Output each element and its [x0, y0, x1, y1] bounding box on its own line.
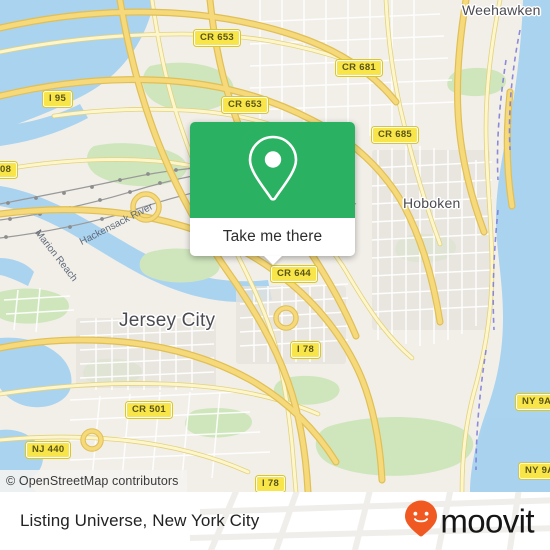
moovit-wordmark: moovit: [440, 502, 534, 540]
map-popup[interactable]: Take me there: [190, 122, 355, 265]
road-shield: CR 644: [269, 265, 319, 283]
road-shield: CR 685: [370, 126, 420, 144]
road-shield: NJ 440: [24, 441, 72, 459]
moovit-logo[interactable]: moovit: [404, 500, 535, 543]
popup-action-label: Take me there: [222, 228, 323, 245]
road-shield: CR 681: [334, 59, 384, 77]
popup-header: [190, 122, 355, 218]
place-label-weehawken: Weehawken: [462, 2, 541, 18]
moovit-map-screenshot: Marion Reach Hackensack River Weehawken …: [0, 0, 550, 550]
road-shield: I 78: [254, 475, 287, 492]
place-label-hoboken: Hoboken: [403, 195, 461, 211]
road-shield: 08: [0, 161, 19, 179]
road-shield: I 78: [289, 341, 322, 359]
osm-attribution[interactable]: © OpenStreetMap contributors: [0, 470, 187, 492]
road-shield: NY 9A: [517, 462, 550, 480]
moovit-pin-icon: [404, 500, 438, 543]
place-label-jersey-city: Jersey City: [119, 310, 216, 331]
popup-pointer: [263, 256, 282, 265]
popup-action[interactable]: Take me there: [190, 218, 355, 265]
road-shield: NY 9A: [514, 393, 550, 411]
road-shield: I 95: [41, 90, 74, 108]
road-shield: CR 501: [124, 401, 174, 419]
footer-bar: Listing Universe, New York City moovit: [0, 492, 550, 550]
location-title: Listing Universe, New York City: [20, 511, 260, 530]
map-pin-icon: [245, 133, 301, 208]
road-shield: CR 653: [192, 29, 242, 47]
road-shield: CR 653: [220, 96, 270, 114]
